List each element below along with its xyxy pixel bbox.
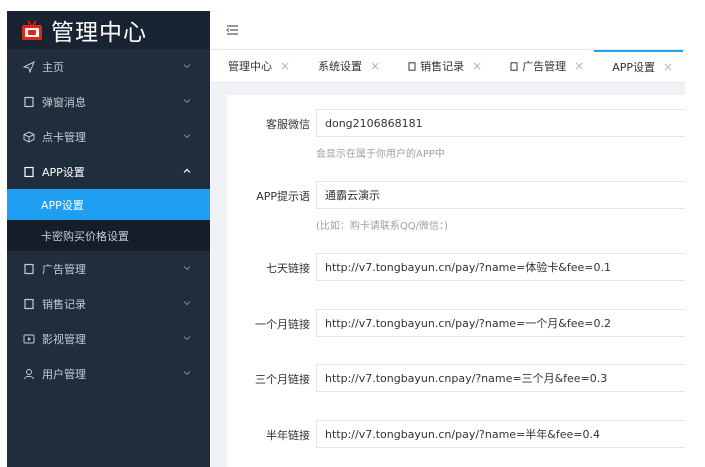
sidebar-item-label: 广告管理 [42,262,86,276]
chevron-down-icon [183,336,191,341]
tab-label: 系统设置 [318,60,363,73]
three-month-link-label: 三个月链接 [255,373,310,386]
seven-day-link-label: 七天链接 [266,262,310,275]
app-tip-label: APP提示语 [256,190,310,203]
chevron-down-icon [183,99,191,104]
sidebar-item-label: 用户管理 [42,367,86,381]
half-year-link-input[interactable] [316,420,685,448]
wechat-hint: 会显示在属于你用户的APP中 [316,149,445,160]
tab-app-settings[interactable]: APP设置 × [594,50,684,82]
menu-toggle-icon[interactable] [226,24,240,36]
chevron-down-icon [183,371,191,376]
app-tip-input[interactable] [316,181,685,209]
sidebar-item-popup-messages[interactable]: 弹窗消息 [7,84,210,119]
user-icon [23,368,35,380]
wechat-label: 客服微信 [266,118,310,131]
sidebar-item-label: APP设置 [42,165,85,179]
tab-ad-management[interactable]: 广告管理 × [492,50,594,82]
app-tip-hint: (比如：购卡请联系QQ/微信：) [316,221,448,232]
one-month-link-label: 一个月链接 [255,318,310,331]
chevron-down-icon [183,134,191,139]
one-month-link-input[interactable] [316,309,685,337]
settings-form: 客服微信 会显示在属于你用户的APP中 APP提示语 (比如：购卡请联系QQ/微… [227,95,685,467]
close-icon[interactable]: × [663,60,673,74]
sidebar-item-video-management[interactable]: 影视管理 [7,321,210,356]
sidebar-subitem-app-settings[interactable]: APP设置 [7,189,210,220]
sidebar-submenu-app-settings: APP设置 卡密购买价格设置 [7,189,210,251]
square-icon [510,61,518,71]
sidebar-item-ad-management[interactable]: 广告管理 [7,251,210,286]
square-icon [23,166,35,178]
close-icon[interactable]: × [574,59,584,73]
square-icon [23,96,35,108]
tab-label: APP设置 [612,61,656,74]
chevron-down-icon [183,266,191,271]
wechat-input[interactable] [316,109,685,137]
close-icon[interactable]: × [370,59,380,73]
tab-label: 广告管理 [522,60,567,73]
play-icon [23,333,35,345]
sidebar-item-label: 点卡管理 [42,130,86,144]
sidebar-item-user-management[interactable]: 用户管理 [7,356,210,391]
half-year-link-label: 半年链接 [266,429,310,442]
cube-icon [23,130,35,143]
close-icon[interactable]: × [280,59,290,73]
top-bar [210,11,685,50]
seven-day-link-input[interactable] [316,253,685,281]
sidebar-item-label: 影视管理 [42,332,86,346]
tab-label: 销售记录 [420,60,465,73]
sidebar-item-label: 主页 [42,60,64,74]
tab-management-center[interactable]: 管理中心 × [210,50,300,82]
chevron-up-icon [183,168,191,173]
sidebar-item-label: 销售记录 [42,297,86,311]
square-icon [23,263,35,275]
square-icon [23,298,35,310]
sidebar-item-card-management[interactable]: 点卡管理 [7,119,210,154]
sidebar-item-sales-records[interactable]: 销售记录 [7,286,210,321]
sidebar: 管理中心 主页 弹窗消息 点卡管理 APP设置 APP设置 卡密购买价格设置 广… [7,11,210,467]
tv-icon [22,20,42,40]
tab-system-settings[interactable]: 系统设置 × [300,50,390,82]
logo[interactable]: 管理中心 [7,11,210,49]
three-month-link-input[interactable] [316,364,685,392]
tab-sales-records[interactable]: 销售记录 × [390,50,492,82]
sidebar-item-label: 弹窗消息 [42,95,86,109]
app-title: 管理中心 [51,20,147,46]
send-icon [23,60,35,73]
square-icon [408,61,416,71]
tab-label: 管理中心 [228,60,272,73]
chevron-down-icon [183,301,191,306]
close-icon[interactable]: × [472,59,482,73]
sidebar-item-home[interactable]: 主页 [7,49,210,84]
chevron-down-icon [183,64,191,69]
tab-bar: 管理中心 × 系统设置 × 销售记录 × 广告管理 × APP设置 × [210,50,685,83]
sidebar-subitem-card-price-settings[interactable]: 卡密购买价格设置 [7,220,210,251]
sidebar-item-app-settings[interactable]: APP设置 [7,154,210,189]
app-window: 管理中心 主页 弹窗消息 点卡管理 APP设置 APP设置 卡密购买价格设置 广… [7,11,685,467]
